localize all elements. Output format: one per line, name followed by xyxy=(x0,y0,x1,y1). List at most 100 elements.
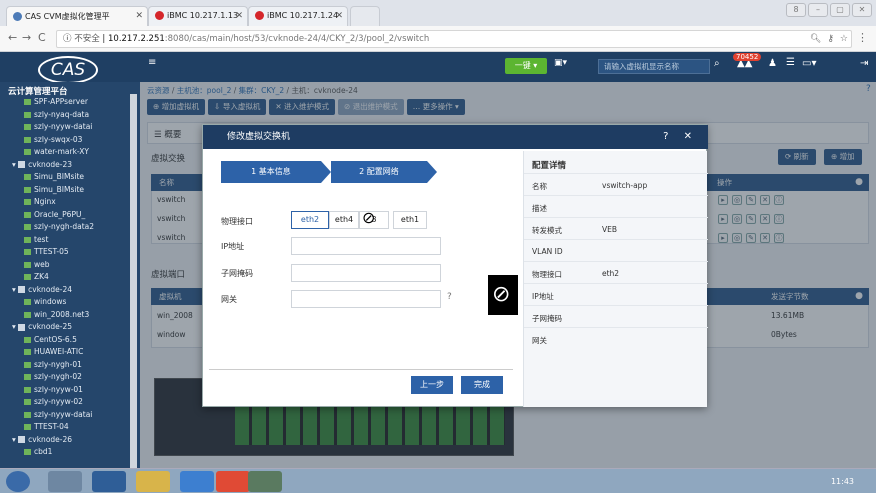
sidebar-vm-item[interactable]: test xyxy=(24,234,48,246)
taskbar-app-icon[interactable] xyxy=(92,471,126,492)
sidebar-vm-item[interactable]: Oracle_P6PU_ xyxy=(24,209,85,221)
sidebar-host-item[interactable]: ▾ cvknode-23 xyxy=(12,159,72,171)
not-allowed-cursor-icon: ⊘ xyxy=(362,208,376,227)
close-tab-icon[interactable]: ✕ xyxy=(335,11,343,21)
address-row: ← → C ⓘ 不安全 | 10.217.2.251:8080/cas/main… xyxy=(0,26,876,52)
sidebar-vm-item[interactable]: cbd1 xyxy=(24,446,52,458)
sidebar-vm-item[interactable]: szly-nyyw-01 xyxy=(24,384,83,396)
step-network-config[interactable]: 2 配置网络 xyxy=(331,161,427,183)
sidebar-vm-item[interactable]: win_2008.net3 xyxy=(24,309,89,321)
divider xyxy=(524,283,708,284)
detail-key: 描述 xyxy=(532,204,547,213)
monitor-icon[interactable]: ▭▾ xyxy=(802,58,816,69)
sidebar-vm-item[interactable]: Simu_BIMsite xyxy=(24,171,84,183)
browser-tab-cas[interactable]: CAS CVM虚拟化管理平 ✕ xyxy=(6,6,148,26)
vm-icon xyxy=(24,336,31,343)
detail-value: eth2 xyxy=(602,269,620,278)
finish-button[interactable]: 完成 xyxy=(461,376,503,394)
taskbar-app-icon[interactable] xyxy=(248,471,282,492)
address-bar[interactable]: ⓘ 不安全 | 10.217.2.251:8080/cas/main/host/… xyxy=(56,30,852,48)
security-label: 不安全 xyxy=(74,34,100,44)
sidebar-vm-item[interactable]: water-mark-XY xyxy=(24,146,89,158)
browser-tab-ibmc-24[interactable]: iBMC 10.217.1.24 ✕ xyxy=(248,6,348,26)
sidebar-vm-item[interactable]: ZK4 xyxy=(24,271,49,283)
sidebar-item-label: szly-nygh-data2 xyxy=(34,222,95,231)
sidebar-item-label: szly-nyyw-02 xyxy=(34,397,83,406)
sidebar-item-label: szly-nygh-02 xyxy=(34,372,82,381)
new-tab-button[interactable] xyxy=(350,6,380,26)
taskbar-app-icon[interactable] xyxy=(180,471,214,492)
sidebar-vm-item[interactable]: szly-nygh-02 xyxy=(24,371,82,383)
host-icon xyxy=(18,436,26,443)
sidebar-vm-item[interactable]: szly-nygh-01 xyxy=(24,359,82,371)
star-icon[interactable]: ☆ xyxy=(840,34,848,44)
taskbar-app-icon[interactable] xyxy=(48,471,82,492)
sidebar-vm-item[interactable]: szly-nyaq-data xyxy=(24,109,89,121)
divider xyxy=(524,195,708,196)
sidebar-vm-item[interactable]: szly-nyyw-datai xyxy=(24,121,92,133)
sidebar-vm-item[interactable]: CentOS-6.5 xyxy=(24,334,77,346)
ip-input[interactable] xyxy=(291,237,441,255)
browser-chrome: CAS CVM虚拟化管理平 ✕ iBMC 10.217.1.13 ✕ iBMC 10… xyxy=(0,0,876,52)
menu-icon[interactable]: ⋮ xyxy=(857,31,868,44)
search-icon[interactable]: ⌕ xyxy=(714,58,720,69)
sidebar-host-item[interactable]: ▾ cvknode-24 xyxy=(12,284,72,296)
close-tab-icon[interactable]: ✕ xyxy=(135,11,143,21)
reload-icon[interactable]: C xyxy=(38,31,46,44)
sidebar-vm-item[interactable]: Nginx xyxy=(24,196,56,208)
sidebar-vm-item[interactable]: SPF-APPserver xyxy=(24,96,88,108)
vm-icon xyxy=(24,111,31,118)
folder-icon[interactable] xyxy=(136,471,170,492)
gateway-input[interactable] xyxy=(291,290,441,308)
sidebar-vm-item[interactable]: TTEST-05 xyxy=(24,246,69,258)
sidebar-item-label: Simu_BIMsite xyxy=(34,184,85,194)
sidebar-vm-item[interactable]: windows xyxy=(24,296,66,308)
vm-icon xyxy=(24,249,31,255)
nic-eth2[interactable]: eth2 xyxy=(291,211,329,229)
vm-icon xyxy=(24,399,31,405)
chrome-icon[interactable] xyxy=(216,471,250,492)
step-arrow-icon xyxy=(427,161,437,183)
back-arrow-icon[interactable]: ← xyxy=(8,31,17,44)
sidebar-vm-item[interactable]: TTEST-04 xyxy=(24,421,69,433)
dialog-controls[interactable]: ? ✕ xyxy=(663,125,698,149)
step-basic-info[interactable]: 1 基本信息 xyxy=(221,161,321,183)
detail-value: VEB xyxy=(602,225,618,234)
sidebar-vm-item[interactable]: szly-nygh-data2 xyxy=(24,221,94,233)
sidebar-vm-item[interactable]: web xyxy=(24,259,50,271)
zoom-icon[interactable]: 🔍︎ xyxy=(810,34,821,44)
key-icon[interactable]: ⚷ xyxy=(827,34,834,44)
user-icon[interactable]: ♟ xyxy=(768,58,777,69)
user-icon[interactable]: 8 xyxy=(786,3,806,17)
mask-input[interactable] xyxy=(291,264,441,282)
browser-tab-ibmc-13[interactable]: iBMC 10.217.1.13 ✕ xyxy=(148,6,248,26)
sidebar-vm-item[interactable]: szly-nyyw-datai xyxy=(24,409,92,421)
sidebar-vm-item[interactable]: szly-swqx-03 xyxy=(24,134,82,146)
vm-search-input[interactable]: 请输入虚拟机显示名称 xyxy=(598,59,710,74)
sidebar-vm-item[interactable]: Simu_BIMsite xyxy=(24,184,84,196)
close-tab-icon[interactable]: ✕ xyxy=(235,11,243,21)
one-key-button[interactable]: 一键 ▾ xyxy=(505,58,547,74)
help-icon[interactable]: ? xyxy=(447,292,452,302)
logout-icon[interactable]: ⇥ xyxy=(860,58,868,69)
sidebar-host-item[interactable]: ▾ cvknode-25 xyxy=(12,321,72,333)
sidebar-scrollbar[interactable] xyxy=(130,94,137,468)
list-icon[interactable]: ☰ xyxy=(786,57,795,68)
view-toggle-icon[interactable]: ▣▾ xyxy=(554,58,567,68)
previous-step-button[interactable]: 上一步 xyxy=(411,376,453,394)
gateway-label: 网关 xyxy=(221,295,237,304)
close-window-button[interactable]: ✕ xyxy=(852,3,872,17)
start-button-icon[interactable] xyxy=(6,471,30,492)
minimize-button[interactable]: – xyxy=(808,3,828,17)
tab-label: CAS CVM虚拟化管理平 xyxy=(25,12,110,21)
hamburger-menu-icon[interactable]: ≡ xyxy=(148,57,156,68)
sidebar-host-item[interactable]: ▾ cvknode-26 xyxy=(12,434,72,446)
sidebar-vm-item[interactable]: szly-nyyw-02 xyxy=(24,396,83,408)
sidebar-item-label: szly-nyyw-01 xyxy=(34,384,83,394)
maximize-button[interactable]: ▢ xyxy=(830,3,850,17)
sidebar-vm-item[interactable]: HUAWEI-ATIC xyxy=(24,346,83,358)
forward-arrow-icon[interactable]: → xyxy=(22,31,31,44)
nic-eth4[interactable]: eth4 xyxy=(329,211,359,229)
one-key-label: 一键 xyxy=(514,61,531,70)
nic-eth1[interactable]: eth1 xyxy=(393,211,427,229)
